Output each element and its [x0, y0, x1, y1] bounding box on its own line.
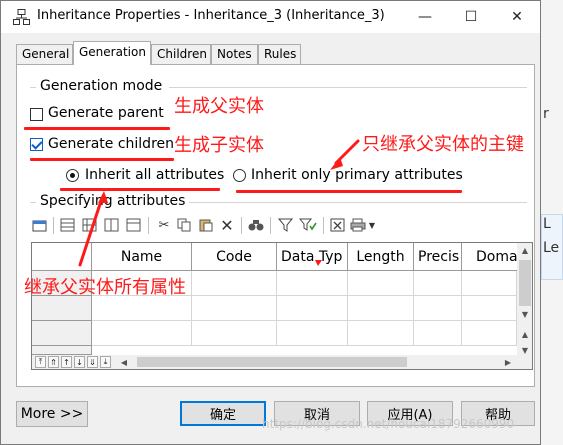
annotation-arrows — [78, 139, 360, 267]
watermark: https://blog.csdn.net/houcai18792660990 — [262, 417, 515, 431]
annotation-arrowhead — [98, 191, 108, 203]
tab-generation[interactable]: Generation — [73, 41, 151, 65]
annotation-mark — [315, 260, 322, 266]
annotation-arrow — [78, 196, 104, 267]
